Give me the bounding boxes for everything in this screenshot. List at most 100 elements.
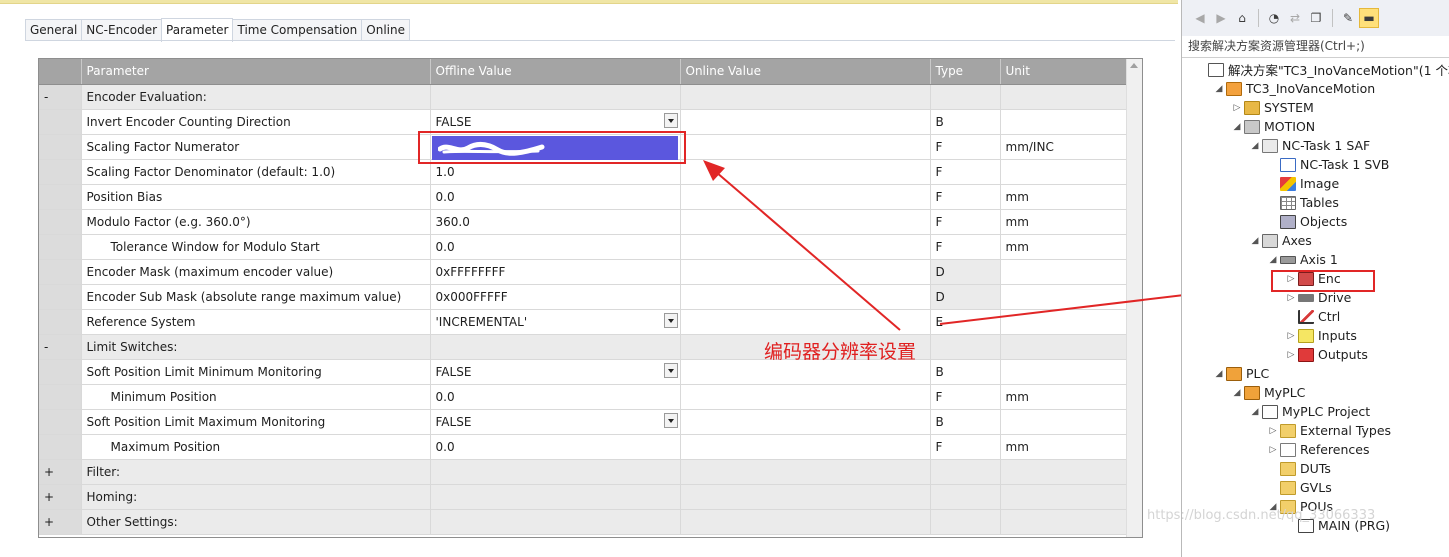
- offline-value[interactable]: 1.0: [430, 159, 681, 185]
- tree-item-folder[interactable]: GVLs: [1266, 478, 1332, 497]
- table-row[interactable]: Invert Encoder Counting Direction FALSE B: [39, 109, 1129, 135]
- offline-value[interactable]: 0.0: [430, 184, 681, 210]
- table-row[interactable]: Scaling Factor Denominator (default: 1.0…: [39, 159, 1129, 185]
- col-header-type[interactable]: Type: [930, 59, 1001, 85]
- tree-item-project[interactable]: ◢ TC3_InoVanceMotion: [1212, 79, 1376, 98]
- col-header-parameter[interactable]: Parameter: [81, 59, 431, 85]
- pin-icon[interactable]: ▬: [1359, 8, 1379, 28]
- tree-item-axis[interactable]: ◢ Axis 1: [1266, 250, 1338, 269]
- offline-value[interactable]: FALSE: [430, 359, 681, 385]
- sync-icon[interactable]: ⇄: [1285, 8, 1305, 28]
- grid-vertical-scrollbar[interactable]: [1126, 59, 1142, 537]
- table-row[interactable]: Soft Position Limit Minimum Monitoring FA…: [39, 359, 1129, 385]
- tree-item-task[interactable]: ◢ NC-Task 1 SAF: [1248, 136, 1371, 155]
- history-icon[interactable]: ◔: [1264, 8, 1284, 28]
- offline-value[interactable]: 0xFFFFFFFF: [430, 259, 681, 285]
- tree-expander-icon[interactable]: ▷: [1284, 350, 1298, 360]
- parameter-grid: Parameter Offline Value Online Value Typ…: [38, 58, 1143, 538]
- tab-parameter[interactable]: Parameter: [161, 18, 234, 42]
- tree-expander-icon[interactable]: ◢: [1212, 84, 1226, 94]
- tree-item-motion[interactable]: ◢ MOTION: [1230, 117, 1316, 136]
- tree-item-folder[interactable]: DUTs: [1266, 459, 1331, 478]
- table-row[interactable]: Minimum Position 0.0 Fmm: [39, 384, 1129, 410]
- table-row[interactable]: + Homing:: [39, 484, 1129, 510]
- table-row[interactable]: Position Bias 0.0 Fmm: [39, 184, 1129, 210]
- offline-value[interactable]: 0.0: [430, 384, 681, 410]
- tab-nc-encoder[interactable]: NC-Encoder: [81, 19, 163, 41]
- solution-explorer-toolbar: ◀ ▶ ⌂ ◔ ⇄ ❐ ✎ ▬: [1182, 0, 1449, 36]
- tree-expander-icon[interactable]: ◢: [1230, 388, 1244, 398]
- tree-expander-icon[interactable]: ▷: [1266, 426, 1280, 436]
- expand-toggle[interactable]: +: [39, 459, 82, 485]
- tree-expander-icon[interactable]: ◢: [1248, 407, 1262, 417]
- forward-icon[interactable]: ▶: [1211, 8, 1231, 28]
- offline-value: [430, 484, 681, 510]
- col-header-online-value[interactable]: Online Value: [680, 59, 931, 85]
- table-row[interactable]: Encoder Sub Mask (absolute range maximum…: [39, 284, 1129, 310]
- tree-expander-icon[interactable]: ▷: [1230, 103, 1244, 113]
- unit-value: mm: [1000, 209, 1129, 235]
- tree-item-folder[interactable]: ▷ External Types: [1266, 421, 1392, 440]
- tree-item-plc[interactable]: ◢ PLC: [1212, 364, 1270, 383]
- table-row[interactable]: Encoder Mask (maximum encoder value) 0xFF…: [39, 259, 1129, 285]
- offline-value[interactable]: FALSE: [430, 409, 681, 435]
- tree-expander-icon[interactable]: ◢: [1212, 369, 1226, 379]
- table-row[interactable]: Reference System 'INCREMENTAL' E: [39, 309, 1129, 335]
- tab-general[interactable]: General: [25, 19, 83, 41]
- offline-value[interactable]: 0.0: [430, 434, 681, 460]
- home-icon[interactable]: ⌂: [1232, 8, 1252, 28]
- offline-value[interactable]: 0x000FFFFF: [430, 284, 681, 310]
- tree-expander-icon[interactable]: ▷: [1284, 331, 1298, 341]
- expand-toggle[interactable]: -: [39, 334, 82, 360]
- tree-item-outputs[interactable]: ▷ Outputs: [1284, 345, 1368, 364]
- col-header-unit[interactable]: Unit: [1000, 59, 1129, 85]
- tree-item-table[interactable]: Tables: [1266, 193, 1339, 212]
- expand-toggle[interactable]: +: [39, 484, 82, 510]
- properties-icon[interactable]: ✎: [1338, 8, 1358, 28]
- dropdown-arrow-icon[interactable]: [663, 362, 678, 378]
- dropdown-arrow-icon[interactable]: [663, 112, 678, 128]
- tree-item-refs[interactable]: ▷ References: [1266, 440, 1370, 459]
- col-header-offline-value[interactable]: Offline Value: [430, 59, 681, 85]
- dropdown-arrow-icon[interactable]: [663, 412, 678, 428]
- tree-item-inputs[interactable]: ▷ Inputs: [1284, 326, 1357, 345]
- tree-item-doc[interactable]: NC-Task 1 SVB: [1266, 155, 1389, 174]
- unit-value: mm: [1000, 234, 1129, 260]
- online-value: [680, 134, 931, 160]
- offline-value[interactable]: FALSE: [430, 109, 681, 135]
- table-row[interactable]: + Other Settings:: [39, 509, 1129, 535]
- table-row[interactable]: Soft Position Limit Maximum Monitoring FA…: [39, 409, 1129, 435]
- tree-expander-icon[interactable]: ▷: [1284, 293, 1298, 303]
- solution-explorer-search[interactable]: 搜索解决方案资源管理器(Ctrl+;): [1182, 36, 1449, 58]
- offline-value[interactable]: 0.0: [430, 234, 681, 260]
- offline-value[interactable]: 360.0: [430, 209, 681, 235]
- tree-item-axes[interactable]: ◢ Axes: [1248, 231, 1312, 250]
- expand-toggle[interactable]: +: [39, 509, 82, 535]
- tree-expander-icon[interactable]: ▷: [1266, 445, 1280, 455]
- table-row[interactable]: - Limit Switches:: [39, 334, 1129, 360]
- table-row[interactable]: Modulo Factor (e.g. 360.0°) 360.0 Fmm: [39, 209, 1129, 235]
- tree-item-image[interactable]: Image: [1266, 174, 1339, 193]
- tree-expander-icon[interactable]: ◢: [1248, 236, 1262, 246]
- table-row[interactable]: - Encoder Evaluation:: [39, 84, 1129, 110]
- tree-expander-icon[interactable]: ◢: [1230, 122, 1244, 132]
- table-row[interactable]: Maximum Position 0.0 Fmm: [39, 434, 1129, 460]
- tree-item-plcproj[interactable]: ◢ MyPLC Project: [1248, 402, 1371, 421]
- scroll-up-arrow-icon[interactable]: [1130, 63, 1138, 68]
- tree-item-plc[interactable]: ◢ MyPLC: [1230, 383, 1306, 402]
- tab-time-compensation[interactable]: Time Compensation: [232, 19, 363, 41]
- tree-expander-icon[interactable]: ◢: [1248, 141, 1262, 151]
- expand-toggle[interactable]: -: [39, 84, 82, 110]
- tree-item-ctrl[interactable]: Ctrl: [1284, 307, 1340, 326]
- table-row[interactable]: Tolerance Window for Modulo Start 0.0 Fmm: [39, 234, 1129, 260]
- tab-online[interactable]: Online: [361, 19, 410, 41]
- dropdown-arrow-icon[interactable]: [663, 312, 678, 328]
- tree-item-objects[interactable]: Objects: [1266, 212, 1347, 231]
- table-row[interactable]: + Filter:: [39, 459, 1129, 485]
- back-icon[interactable]: ◀: [1190, 8, 1210, 28]
- collapse-icon[interactable]: ❐: [1306, 8, 1326, 28]
- tree-item-solution[interactable]: 解决方案"TC3_InoVanceMotion"(1 个项: [1194, 60, 1449, 79]
- tree-item-system[interactable]: ▷ SYSTEM: [1230, 98, 1314, 117]
- tree-expander-icon[interactable]: ◢: [1266, 255, 1280, 265]
- offline-value[interactable]: 'INCREMENTAL': [430, 309, 681, 335]
